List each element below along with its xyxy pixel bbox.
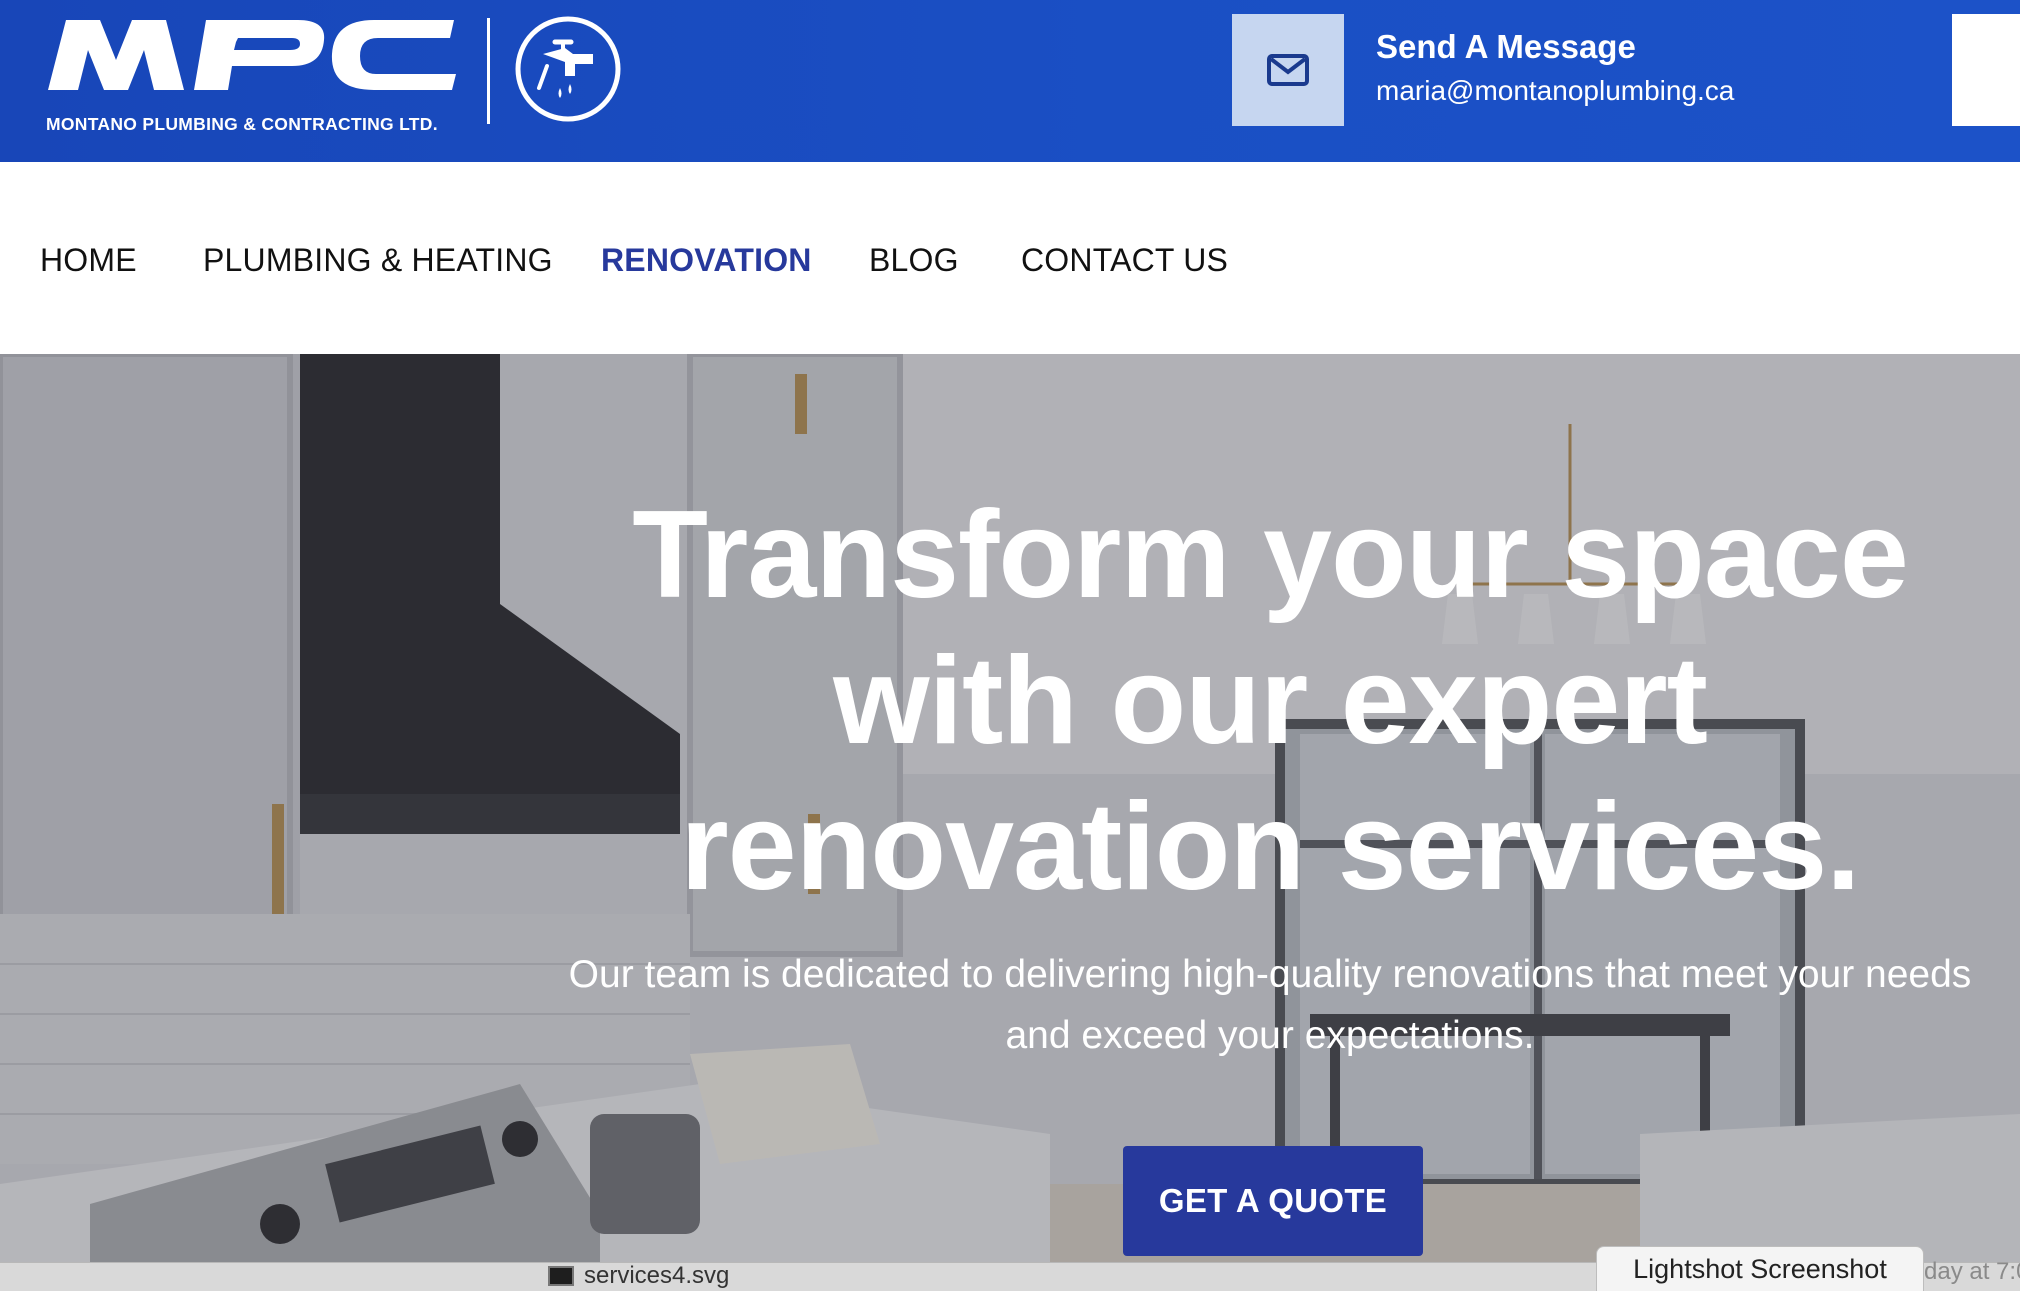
main-navigation: HOME PLUMBING & HEATING RENOVATION BLOG … [0,162,2020,354]
file-name: services4.svg [584,1262,730,1289]
logo-divider [487,18,490,124]
header-right-panel [1952,14,2020,126]
lightshot-tooltip: Lightshot Screenshot [1596,1246,1924,1291]
send-message-title[interactable]: Send A Message [1376,28,1636,66]
get-a-quote-button[interactable]: GET A QUOTE [1123,1146,1423,1256]
contact-email-link[interactable]: maria@montanoplumbing.ca [1376,75,1734,107]
faucet-icon [515,16,621,122]
nav-item-home[interactable]: HOME [40,242,137,279]
company-logo[interactable]: MONTANO PLUMBING & CONTRACTING LTD. [44,10,484,134]
hero-title: Transform your space with our expert ren… [632,486,1909,916]
nav-item-contact-us[interactable]: CONTACT US [1021,242,1228,279]
nav-item-blog[interactable]: BLOG [869,242,959,279]
send-message-button[interactable] [1232,14,1344,126]
file-thumbnail-icon [548,1266,574,1286]
company-name: MONTANO PLUMBING & CONTRACTING LTD. [46,114,438,134]
hero-subtitle: Our team is dedicated to delivering high… [568,953,1972,1057]
mpc-logo-mark [48,20,456,90]
hero-section: Transform your space with our expert ren… [0,354,2020,1290]
date-fragment: day at 7:0 [1924,1258,2020,1285]
nav-item-renovation[interactable]: RENOVATION [601,242,812,279]
nav-item-plumbing-heating[interactable]: PLUMBING & HEATING [203,242,553,279]
file-item[interactable]: services4.svg [548,1262,729,1290]
envelope-icon [1267,54,1309,86]
top-header-bar: MONTANO PLUMBING & CONTRACTING LTD. Send… [0,0,2020,162]
